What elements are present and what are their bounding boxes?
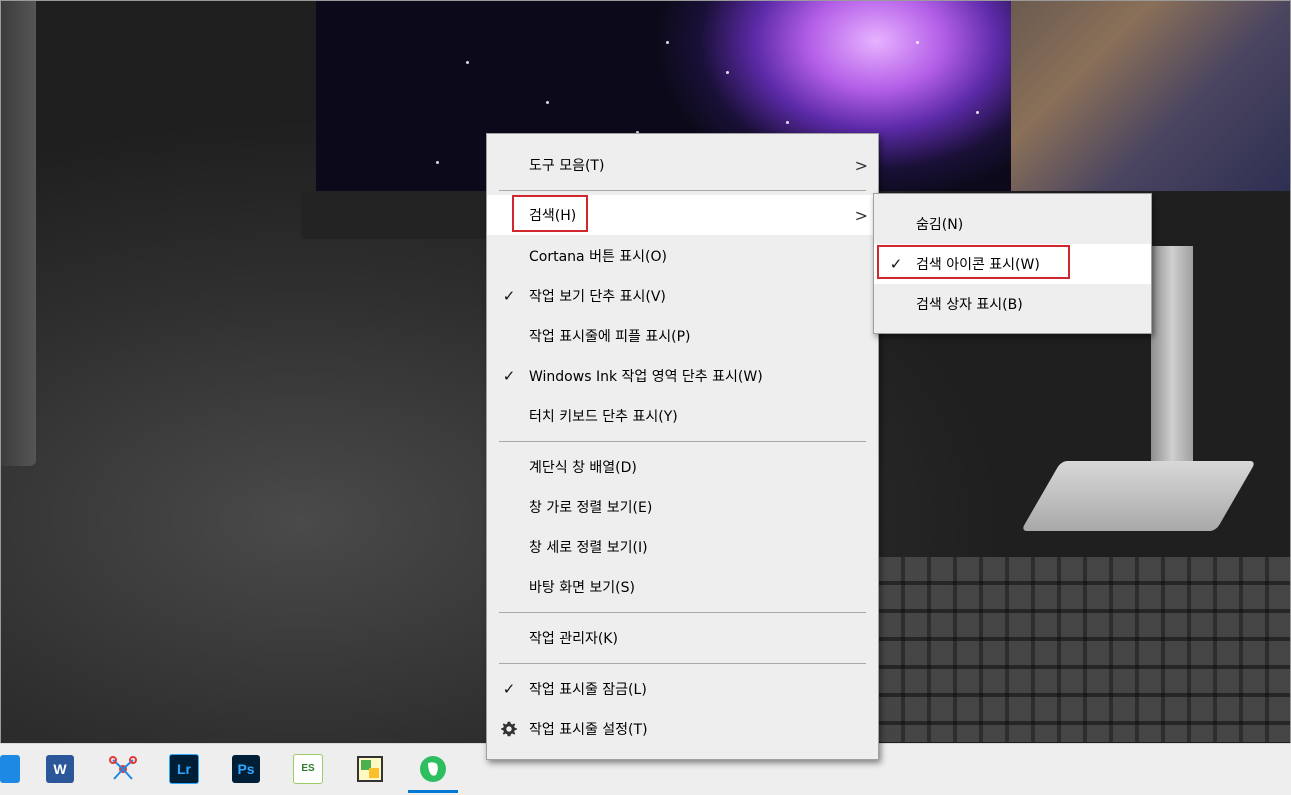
checkmark-icon: ✓: [502, 287, 516, 305]
menu-item-show-desktop[interactable]: 바탕 화면 보기(S): [487, 567, 878, 607]
menu-item-task-view[interactable]: ✓ 작업 보기 단추 표시(V): [487, 276, 878, 316]
wall-e-artwork: [1011, 1, 1290, 191]
menu-item-label: 작업 표시줄에 피플 표시(P): [529, 329, 691, 345]
menu-item-label: 창 가로 정렬 보기(E): [529, 500, 653, 516]
taskbar-app-evernote[interactable]: [408, 744, 458, 793]
submenu-item-show-search-box[interactable]: 검색 상자 표시(B): [874, 284, 1151, 324]
menu-item-label: 작업 관리자(K): [529, 631, 618, 647]
taskbar-context-menu: 도구 모음(T) > 검색(H) > Cortana 버튼 표시(O) ✓ 작업…: [486, 133, 879, 760]
notepad-icon: [357, 755, 383, 782]
menu-separator: [499, 441, 866, 442]
word-icon: W: [46, 754, 74, 783]
menu-item-label: 창 세로 정렬 보기(I): [529, 540, 648, 556]
menu-item-label: 계단식 창 배열(D): [529, 460, 637, 476]
menu-item-cascade[interactable]: 계단식 창 배열(D): [487, 447, 878, 487]
menu-item-label: Cortana 버튼 표시(O): [529, 249, 667, 265]
menu-item-label: 도구 모음(T): [529, 158, 605, 174]
menu-item-label: 작업 보기 단추 표시(V): [529, 289, 666, 305]
monitor-stand-base: [1020, 461, 1257, 531]
taskbar-app-mindmap[interactable]: [99, 744, 147, 793]
menu-item-label: 숨김(N): [916, 217, 964, 233]
menu-item-cortana[interactable]: Cortana 버튼 표시(O): [487, 236, 878, 276]
menu-item-taskbar-settings[interactable]: 작업 표시줄 설정(T): [487, 709, 878, 749]
submenu-item-show-search-icon[interactable]: ✓ 검색 아이콘 표시(W): [874, 244, 1151, 284]
taskbar-app-word[interactable]: W: [36, 744, 84, 793]
mindmap-icon: [109, 755, 137, 780]
keyboard-rows: [879, 557, 1290, 742]
taskbar-app-photoshop[interactable]: Ps: [222, 744, 270, 793]
submenu-item-hidden[interactable]: 숨김(N): [874, 204, 1151, 244]
taskbar-app-partial[interactable]: [0, 744, 34, 793]
checkmark-icon: ✓: [889, 255, 903, 273]
menu-item-label: 검색(H): [529, 208, 577, 224]
app-partial-icon: [0, 754, 20, 783]
menu-item-label: 검색 상자 표시(B): [916, 297, 1023, 313]
menu-item-label: 검색 아이콘 표시(W): [916, 257, 1040, 273]
menu-item-windows-ink[interactable]: ✓ Windows Ink 작업 영역 단추 표시(W): [487, 356, 878, 396]
search-submenu: 숨김(N) ✓ 검색 아이콘 표시(W) 검색 상자 표시(B): [873, 193, 1152, 334]
menu-item-task-manager[interactable]: 작업 관리자(K): [487, 618, 878, 658]
menu-item-stacked[interactable]: 창 가로 정렬 보기(E): [487, 487, 878, 527]
left-monitor-edge: [1, 1, 36, 466]
menu-separator: [499, 612, 866, 613]
taskbar-app-es[interactable]: ES: [284, 744, 332, 793]
checkmark-icon: ✓: [502, 367, 516, 385]
photoshop-icon: Ps: [232, 754, 260, 783]
chevron-right-icon: >: [854, 205, 868, 225]
menu-item-touch-keyboard[interactable]: 터치 키보드 단추 표시(Y): [487, 396, 878, 436]
menu-item-label: 바탕 화면 보기(S): [529, 580, 635, 596]
menu-item-side-by-side[interactable]: 창 세로 정렬 보기(I): [487, 527, 878, 567]
checkmark-icon: ✓: [502, 680, 516, 698]
chevron-right-icon: >: [854, 155, 868, 175]
menu-item-label: 작업 표시줄 잠금(L): [529, 682, 647, 698]
menu-item-label: 작업 표시줄 설정(T): [529, 722, 648, 738]
menu-separator: [499, 663, 866, 664]
gear-icon: [501, 721, 517, 737]
menu-item-people[interactable]: 작업 표시줄에 피플 표시(P): [487, 316, 878, 356]
lightroom-icon: Lr: [169, 753, 199, 784]
menu-item-lock-taskbar[interactable]: ✓ 작업 표시줄 잠금(L): [487, 669, 878, 709]
menu-separator: [499, 190, 866, 191]
evernote-icon: [420, 755, 446, 782]
menu-item-toolbars[interactable]: 도구 모음(T) >: [487, 145, 878, 185]
menu-item-label: Windows Ink 작업 영역 단추 표시(W): [529, 369, 763, 385]
taskbar-app-lightroom[interactable]: Lr: [160, 744, 208, 793]
menu-item-search[interactable]: 검색(H) >: [487, 195, 878, 235]
taskbar-app-notepad[interactable]: [346, 744, 394, 793]
es-explorer-icon: ES: [293, 753, 323, 784]
menu-item-label: 터치 키보드 단추 표시(Y): [529, 409, 678, 425]
